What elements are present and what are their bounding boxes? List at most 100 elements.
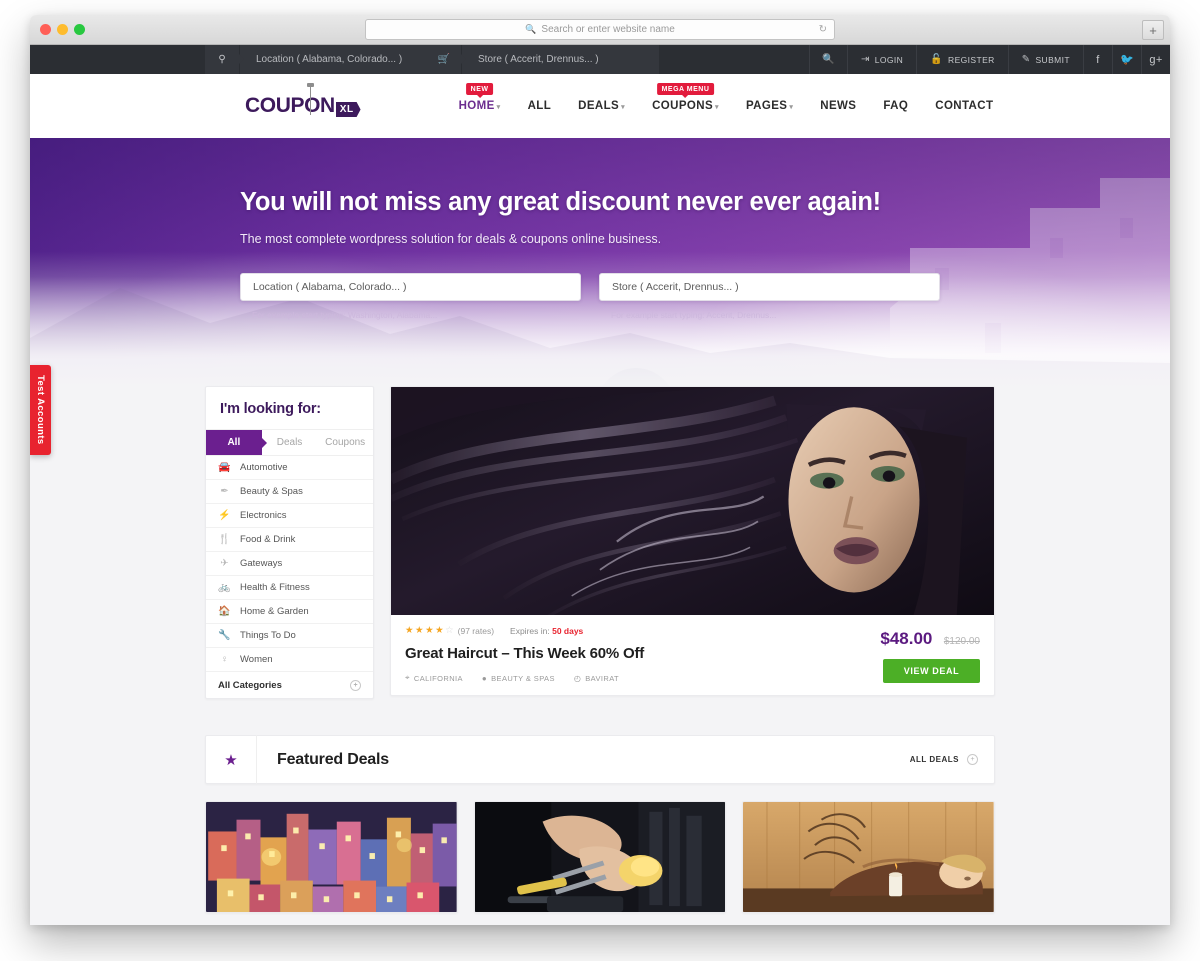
- pencil-icon: ✎: [1021, 54, 1031, 65]
- deal-body: ★ ★ ★ ★ ☆ (97 rates) Expires in: 50 days Gre…: [391, 615, 994, 695]
- deal-tag[interactable]: ● BEAUTY & SPAS: [482, 673, 555, 683]
- deal-tag[interactable]: ◴ BAVIRAT: [574, 673, 619, 683]
- all-deals-link[interactable]: ALL DEALS +: [910, 754, 994, 765]
- category-item[interactable]: ✈ Gateways: [206, 552, 373, 576]
- address-bar[interactable]: 🔍 Search or enter website name ↻: [365, 19, 835, 40]
- nav-item-coupons[interactable]: MEGA MENU COUPONS ▾: [652, 83, 719, 112]
- hero-store-input[interactable]: Store ( Accerit, Drennus... ): [599, 273, 940, 301]
- category-item[interactable]: ♀ Women: [206, 648, 373, 672]
- nav-item-home[interactable]: NEW HOME ▾: [458, 83, 501, 112]
- submit-button[interactable]: ✎ SUBMIT: [1007, 45, 1083, 74]
- nav-item-deals[interactable]: DEALS ▾: [578, 100, 625, 112]
- sidebar-tab-coupons[interactable]: Coupons: [317, 430, 374, 455]
- deal-card-village[interactable]: [205, 801, 458, 913]
- sidebar-title: I'm looking for:: [220, 401, 321, 417]
- map-pin-icon: ⚲: [205, 45, 244, 74]
- featured-deal-card[interactable]: ★ ★ ★ ★ ☆ (97 rates) Expires in: 50 days Gre…: [390, 386, 995, 696]
- twitter-icon[interactable]: 🐦: [1112, 45, 1141, 74]
- price-current: $48.00: [880, 629, 933, 648]
- hero-store-hint: For example start typing: Accerit, Drenn…: [611, 310, 777, 320]
- brush-icon: ✒: [220, 486, 229, 497]
- category-label: Women: [240, 654, 273, 665]
- hero-subtitle: The most complete wordpress solution for…: [240, 232, 662, 246]
- google-plus-icon[interactable]: g+: [1141, 45, 1170, 74]
- register-label: REGISTER: [948, 54, 995, 65]
- topbar-location-input[interactable]: Location ( Alabama, Colorado... ): [240, 45, 427, 74]
- star-icon: ★: [425, 625, 434, 636]
- chevron-down-icon: ▾: [789, 104, 794, 111]
- hero-content: You will not miss any great discount nev…: [30, 138, 1170, 320]
- login-button[interactable]: ⇥ LOGIN: [846, 45, 916, 74]
- category-item[interactable]: 🚘 Automotive: [206, 456, 373, 480]
- nav-item-contact[interactable]: CONTACT: [935, 100, 993, 112]
- nav-item-news[interactable]: NEWS: [820, 100, 856, 112]
- register-button[interactable]: 🔓 REGISTER: [916, 45, 1008, 74]
- all-categories-row[interactable]: All Categories +: [206, 672, 373, 698]
- nav-item-pages[interactable]: PAGES ▾: [746, 100, 793, 112]
- hero-title: You will not miss any great discount nev…: [240, 188, 881, 216]
- deal-tag-label: BAVIRAT: [585, 673, 620, 683]
- category-list: 🚘 Automotive ✒ Beauty & Spas ⚡ Electronics 🍴 Fo…: [206, 456, 373, 672]
- circle-plus-icon[interactable]: +: [350, 679, 361, 691]
- maximize-window-button[interactable]: [74, 24, 85, 35]
- nav-item-label: COUPONS: [652, 100, 714, 112]
- deal-card-mechanic[interactable]: [473, 801, 727, 913]
- nav-item-all[interactable]: ALL: [528, 100, 552, 112]
- lock-icon: 🔓: [930, 54, 944, 65]
- map-pin-icon: ⌖: [405, 673, 410, 682]
- plane-icon: ✈: [220, 558, 229, 569]
- reload-icon[interactable]: ↻: [819, 24, 827, 35]
- login-icon: ⇥: [860, 54, 870, 65]
- category-label: Food & Drink: [240, 534, 296, 545]
- topbar-store-input[interactable]: Store ( Accerit, Drennus... ): [462, 45, 659, 74]
- browser-window: 🔍 Search or enter website name ↻ + ⚲ Loc…: [30, 15, 1170, 925]
- deal-card-spa[interactable]: [742, 801, 996, 913]
- clock-icon: ◴: [573, 673, 582, 683]
- logo-tag: XL: [335, 102, 361, 117]
- category-item[interactable]: ✒ Beauty & Spas: [206, 480, 373, 504]
- category-item[interactable]: ⚡ Electronics: [206, 504, 373, 528]
- nav-item-label: HOME: [458, 100, 495, 112]
- topbar-left-spacer: [30, 45, 205, 74]
- category-label: Electronics: [240, 510, 287, 521]
- site-logo[interactable]: COUPON XL: [245, 83, 361, 118]
- login-label: LOGIN: [874, 54, 904, 65]
- hero-store-field: Store ( Accerit, Drennus... ) For exampl…: [599, 273, 940, 320]
- price-original: $120.00: [943, 636, 980, 647]
- minimize-window-button[interactable]: [57, 24, 68, 35]
- category-item[interactable]: 🏠 Home & Garden: [206, 600, 373, 624]
- category-item[interactable]: 🔧 Things To Do: [206, 624, 373, 648]
- price-block: $48.00 $120.00 VIEW DEAL: [880, 629, 980, 683]
- site-header: COUPON XL NEW HOME ▾ ALL DEALS ▾ MEGA MENU COUP…: [30, 74, 1170, 138]
- address-bar-placeholder: Search or enter website name: [541, 24, 675, 35]
- star-icon: ★: [224, 751, 238, 769]
- view-deal-button[interactable]: VIEW DEAL: [883, 659, 980, 683]
- facebook-icon[interactable]: f: [1083, 45, 1112, 74]
- sidebar-tabs: All Deals Coupons: [206, 429, 374, 456]
- sidebar-tab-deals[interactable]: Deals: [261, 430, 318, 455]
- main-nav: NEW HOME ▾ ALL DEALS ▾ MEGA MENU COUPONS ▾ PAGES ▾…: [458, 83, 994, 112]
- category-item[interactable]: 🚲 Health & Fitness: [206, 576, 373, 600]
- category-label: Gateways: [240, 558, 283, 569]
- nav-item-label: DEALS: [578, 100, 620, 112]
- hero-location-input[interactable]: Location ( Alabama, Colorado... ): [240, 273, 581, 301]
- spa-massage-photo: [743, 802, 995, 912]
- expiry-label: Expires in: 50 days: [510, 626, 583, 636]
- nav-item-faq[interactable]: FAQ: [883, 100, 908, 112]
- hero-location-hint: For example start typing: Washington, Al…: [252, 310, 438, 320]
- home-icon: 🏠: [218, 606, 231, 617]
- topbar-search-button[interactable]: 🔍: [809, 45, 847, 74]
- circle-plus-icon[interactable]: +: [967, 754, 978, 765]
- pin-icon: [307, 83, 314, 115]
- window-controls[interactable]: [30, 24, 85, 35]
- cutlery-icon: 🍴: [218, 534, 231, 545]
- main-content: I'm looking for: All Deals Coupons 🚘 Automo…: [30, 386, 1170, 913]
- test-accounts-tab[interactable]: Test Accounts: [30, 365, 51, 455]
- sidebar-tab-all[interactable]: All: [206, 430, 262, 455]
- deal-tag[interactable]: ⌖ CALIFORNIA: [405, 673, 463, 683]
- rating-count: (97 rates): [457, 625, 495, 636]
- new-tab-button[interactable]: +: [1142, 20, 1164, 40]
- close-window-button[interactable]: [40, 24, 51, 35]
- category-item[interactable]: 🍴 Food & Drink: [206, 528, 373, 552]
